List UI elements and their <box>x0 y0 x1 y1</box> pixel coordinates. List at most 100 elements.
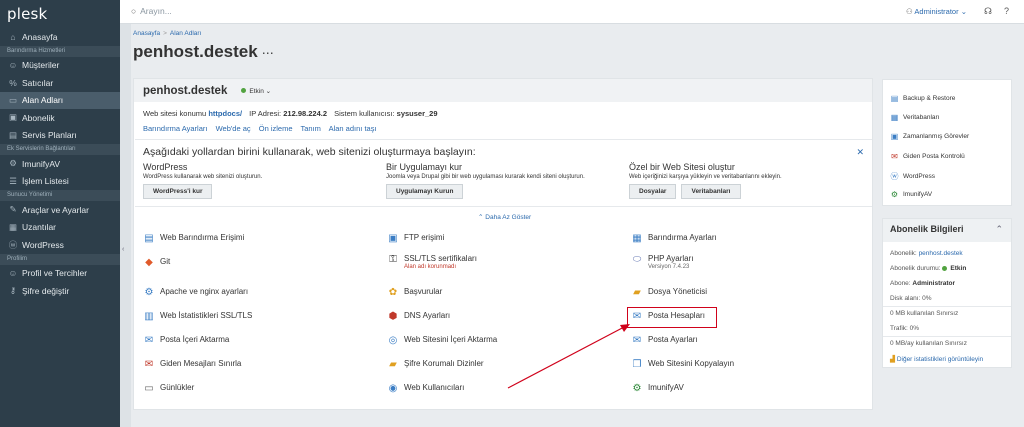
tool-web-stats-ssl[interactable]: ▥ Web İstatistikleri SSL/TLS <box>143 311 252 322</box>
subscription-link[interactable]: penhost.destek <box>919 250 963 257</box>
support-icon[interactable]: ☊ <box>984 6 992 17</box>
tool-ssl-certs[interactable]: ⚿ SSL/TLS sertifikaları Alan adı korunmadı <box>387 254 477 270</box>
tool-outgoing-limit[interactable]: ✉ Giden Mesajları Sınırla <box>143 359 242 370</box>
user-menu[interactable]: ⚇ Administrator ⌄ <box>906 7 967 16</box>
nav-profile[interactable]: ☺ Profil ve Tercihler <box>0 265 120 283</box>
tool-applications[interactable]: ✿ Başvurular <box>387 287 442 298</box>
plesk-logo[interactable]: plesk <box>0 0 120 28</box>
link-preview[interactable]: Ön izleme <box>259 124 293 133</box>
backup-icon: ▤ <box>890 94 899 103</box>
nav-change-password[interactable]: ⚷ Şifre değiştir <box>0 282 120 300</box>
traffic-used: 0 MB/ay kullanılan Sınırsız <box>890 340 967 347</box>
link-description[interactable]: Tanım <box>300 124 320 133</box>
tool-dns[interactable]: ⬢ DNS Ayarları <box>387 311 450 322</box>
breadcrumb-domains[interactable]: Alan Adları <box>170 30 201 37</box>
nav-domains[interactable]: ▭ Alan Adları <box>0 91 120 109</box>
extensions-icon: ▦ <box>8 221 18 232</box>
nav-customers[interactable]: ☺ Müşteriler <box>0 57 120 75</box>
getting-started-box: Aşağıdaki yollardan birini kullanarak, w… <box>135 139 872 207</box>
php-icon: ⬭ <box>632 254 642 265</box>
profile-icon: ☺ <box>8 268 18 279</box>
list-icon: ☰ <box>9 175 17 186</box>
shield-icon: ⚙ <box>9 158 17 169</box>
tool-copy-website[interactable]: ❐ Web Sitesini Kopyalayın <box>631 359 735 370</box>
tool-protected-dirs[interactable]: ▰ Şifre Korumalı Dizinler <box>387 359 483 370</box>
plans-icon: ▤ <box>8 129 18 140</box>
databases-button[interactable]: Veritabanları <box>681 184 741 199</box>
status-dot-icon <box>241 88 247 94</box>
link-databases[interactable]: ▦ Veritabanları <box>890 113 940 122</box>
copy-website-icon: ❐ <box>632 359 642 370</box>
tool-apache-nginx[interactable]: ⚙ Apache ve nginx ayarları <box>143 287 249 298</box>
show-less-link[interactable]: ⌃ Daha Az Göster <box>478 213 531 221</box>
logs-icon: ▭ <box>144 383 154 394</box>
clock-icon: ▣ <box>890 132 899 141</box>
sidebar-collapse-bar[interactable]: ‹ <box>120 0 131 427</box>
nav-resellers[interactable]: % Satıcılar <box>0 74 120 92</box>
highlight-box <box>627 307 717 328</box>
applications-icon: ✿ <box>388 287 398 298</box>
getting-started-heading: Aşağıdaki yollardan birini kullanarak, w… <box>143 146 476 158</box>
nav-service-plans[interactable]: ▤ Servis Planları <box>0 127 120 145</box>
nav-imunify[interactable]: ⚙ ImunifyAV <box>0 155 120 173</box>
ftp-icon: ▣ <box>388 233 398 244</box>
chevron-up-icon: ⌃ <box>995 224 1003 234</box>
link-wordpress[interactable]: ⓦ WordPress <box>890 171 936 182</box>
install-wordpress-button[interactable]: WordPress'i kur <box>143 184 213 199</box>
start-wordpress: WordPress WordPress kullanarak web siten… <box>143 162 262 199</box>
tool-file-manager[interactable]: ▰ Dosya Yöneticisi <box>631 287 707 298</box>
key-icon: ⚷ <box>9 285 17 296</box>
breadcrumb: Anasayfa > Alan Adları <box>133 30 202 37</box>
tool-php-settings[interactable]: ⬭ PHP Ayarları Versiyon 7.4.23 <box>631 254 694 270</box>
nav-home[interactable]: ⌂ Anasayfa <box>0 28 120 46</box>
nav-task-list[interactable]: ☰ İşlem Listesi <box>0 173 120 191</box>
nav-extensions[interactable]: ▦ Uzantılar <box>0 219 120 237</box>
apache-icon: ⚙ <box>144 287 154 298</box>
nav-tools[interactable]: ✎ Araçlar ve Ayarlar <box>0 201 120 219</box>
tool-hosting-settings[interactable]: ▦ Barındırma Ayarları <box>631 233 717 244</box>
tool-ftp[interactable]: ▣ FTP erişimi <box>387 233 444 244</box>
section-profile: Profilim <box>0 253 120 265</box>
search-input[interactable]: ○ Arayın... <box>131 6 172 16</box>
mail-import-icon: ✉ <box>144 335 154 346</box>
outgoing-mail-icon: ✉ <box>144 359 154 370</box>
hosting-settings-icon: ▦ <box>632 233 642 244</box>
tool-mail-import[interactable]: ✉ Posta İçeri Aktarma <box>143 335 230 346</box>
tool-mail-settings[interactable]: ✉ Posta Ayarları <box>631 335 698 346</box>
website-location-link[interactable]: httpdocs/ <box>208 109 242 118</box>
files-button[interactable]: Dosyalar <box>629 184 677 199</box>
status-badge[interactable]: Etkin ⌄ <box>241 87 271 95</box>
tool-web-hosting-access[interactable]: ▤ Web Barındırma Erişimi <box>143 233 244 244</box>
tool-logs[interactable]: ▭ Günlükler <box>143 383 194 394</box>
stats-icon: ▥ <box>144 311 154 322</box>
nav-subscriptions[interactable]: ▣ Abonelik <box>0 109 120 127</box>
link-scheduled-tasks[interactable]: ▣ Zamanlanmış Görevler <box>890 132 969 141</box>
subscription-info-header[interactable]: Abonelik Bilgileri ⌃ <box>883 219 1011 242</box>
link-move-domain[interactable]: Alan adını taşı <box>329 124 377 133</box>
close-icon[interactable]: ✕ <box>856 147 864 158</box>
hosting-access-icon: ▤ <box>144 233 154 244</box>
link-hosting-settings[interactable]: Barındırma Ayarları <box>143 124 207 133</box>
link-imunify[interactable]: ⚙ ImunifyAV <box>890 190 932 199</box>
quick-links-panel: ▤ Backup & Restore ▦ Veritabanları ▣ Zamanl… <box>882 79 1012 206</box>
tool-imunify[interactable]: ⚙ ImunifyAV <box>631 383 684 394</box>
link-outgoing-mail[interactable]: ✉ Giden Posta Kontrolü <box>890 152 965 161</box>
imunify-icon: ⚙ <box>632 383 642 394</box>
more-options-icon[interactable]: ⋯ <box>262 46 274 60</box>
user-icon: ☺ <box>8 60 18 71</box>
more-stats-link[interactable]: ▟ Diğer istatistikleri görüntüleyin <box>890 355 983 363</box>
install-app-button[interactable]: Uygulamayı Kurun <box>386 184 464 199</box>
help-icon[interactable]: ? <box>1004 6 1009 16</box>
tool-git[interactable]: ◆ Git <box>143 257 170 268</box>
link-backup-restore[interactable]: ▤ Backup & Restore <box>890 94 956 103</box>
tool-website-import[interactable]: ◎ Web Sitesini İçeri Aktarma <box>387 335 498 346</box>
subscription-info-panel: Abonelik Bilgileri ⌃ Abonelik: penhost.de… <box>882 218 1012 368</box>
breadcrumb-home[interactable]: Anasayfa <box>133 30 160 37</box>
git-icon: ◆ <box>145 257 153 268</box>
link-open-web[interactable]: Web'de aç <box>216 124 251 133</box>
disk-usage: Disk alanı: 0% <box>890 295 932 302</box>
tool-web-users[interactable]: ◉ Web Kullanıcıları <box>387 383 465 394</box>
nav-wordpress[interactable]: ⓦ WordPress <box>0 236 120 254</box>
home-icon: ⌂ <box>10 31 16 42</box>
domain-panel: penhost.destek Etkin ⌄ Web sitesi konumu… <box>133 78 873 410</box>
